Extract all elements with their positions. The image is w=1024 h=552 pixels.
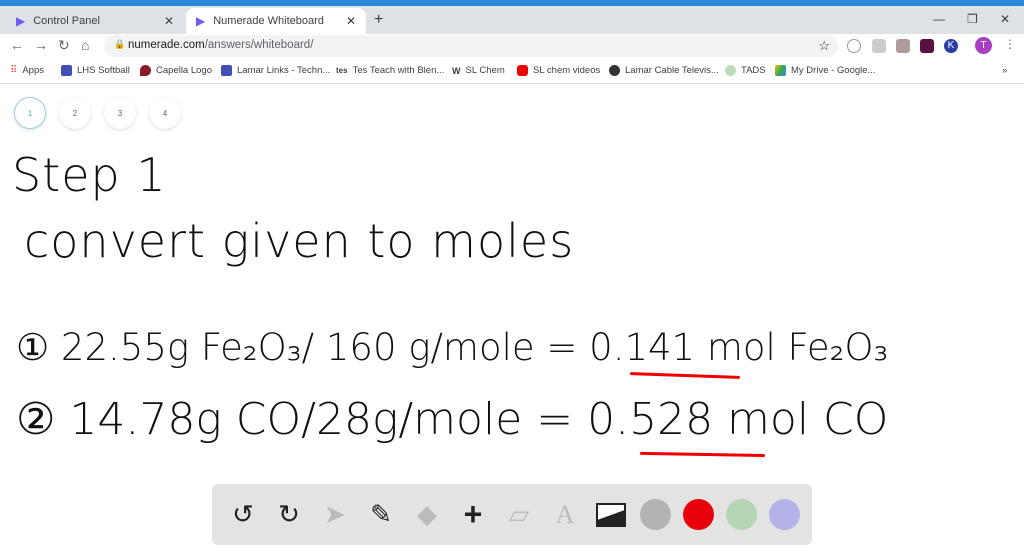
shapes-tool-button[interactable]: ◆ bbox=[410, 498, 444, 532]
bookmark-apps[interactable]: ⠿ Apps bbox=[10, 65, 44, 76]
bookmark-lamar-links[interactable]: Lamar Links - Techn... bbox=[221, 65, 330, 76]
close-window-button[interactable]: ✕ bbox=[1000, 12, 1010, 26]
extension-icon[interactable] bbox=[920, 39, 934, 53]
youtube-icon bbox=[517, 65, 528, 76]
handwriting-step-title: Step 1 bbox=[12, 148, 167, 202]
bookmark-tads[interactable]: TADS bbox=[725, 65, 766, 76]
bookmark-icon: W bbox=[452, 65, 461, 76]
image-tool-button[interactable] bbox=[594, 498, 628, 532]
eraser-tool-button[interactable]: ▱ bbox=[502, 498, 536, 532]
handwriting-equation-2: ② 14.78g CO/28g/mole = 0.528 mol CO bbox=[16, 394, 889, 445]
select-tool-button[interactable]: ➤ bbox=[318, 498, 352, 532]
numerade-logo-icon: ▶ bbox=[16, 14, 26, 28]
bookmark-icon bbox=[725, 65, 736, 76]
handwriting-instruction: convert given to moles bbox=[24, 214, 575, 268]
bookmark-icon bbox=[61, 65, 72, 76]
bookmark-label: TADS bbox=[741, 65, 766, 76]
home-icon[interactable]: ⌂ bbox=[81, 37, 89, 53]
bookmark-label: Lamar Links - Techn... bbox=[237, 65, 331, 76]
back-icon[interactable]: ← bbox=[10, 37, 24, 53]
handwriting-equation-1: ① 22.55g Fe₂O₃/ 160 g/mole = 0.141 mol F… bbox=[16, 326, 889, 369]
apps-grid-icon: ⠿ bbox=[10, 65, 18, 76]
bookmark-label: Lamar Cable Televis... bbox=[625, 65, 719, 76]
page-selector: 1 2 3 4 bbox=[14, 97, 181, 129]
tab-label: Numerade Whiteboard bbox=[213, 15, 324, 27]
k-extension-icon[interactable]: K bbox=[944, 39, 958, 53]
bookmark-lhs-softball[interactable]: LHS Softball bbox=[61, 65, 130, 76]
lock-icon: 🔒 bbox=[114, 39, 126, 49]
undo-button[interactable]: ↺ bbox=[226, 498, 260, 532]
bookmarks-bar: ⠿ Apps LHS Softball Capella Logo Lamar Li… bbox=[0, 58, 1024, 84]
page-2-button[interactable]: 2 bbox=[59, 97, 91, 129]
add-button[interactable]: + bbox=[456, 496, 490, 532]
bookmark-label: Apps bbox=[22, 65, 44, 76]
new-tab-button[interactable]: + bbox=[374, 11, 383, 29]
reload-icon[interactable]: ↻ bbox=[58, 37, 70, 54]
more-bookmarks[interactable]: » bbox=[1002, 65, 1007, 76]
bookmark-icon bbox=[609, 65, 620, 76]
page-3-button[interactable]: 3 bbox=[104, 97, 136, 129]
tab-control-panel[interactable]: ▶ Control Panel ✕ bbox=[6, 8, 184, 34]
page-1-button[interactable]: 1 bbox=[14, 97, 46, 129]
color-swatch-red[interactable] bbox=[683, 499, 714, 530]
navigation-bar: ← → ↻ ⌂ 🔒 numerade.com/answers/whiteboard… bbox=[0, 34, 1024, 58]
extension-icon[interactable] bbox=[847, 39, 861, 53]
color-swatch-green[interactable] bbox=[726, 499, 757, 530]
bookmark-label: LHS Softball bbox=[77, 65, 130, 76]
tab-label: Control Panel bbox=[33, 15, 100, 27]
google-drive-icon bbox=[775, 65, 786, 76]
bookmark-label: Capella Logo bbox=[156, 65, 212, 76]
pdf-extension-icon[interactable] bbox=[896, 39, 910, 53]
whiteboard-toolbar: ↺ ↻ ➤ ✎ ◆ + ▱ A bbox=[212, 484, 812, 545]
bookmark-icon bbox=[140, 65, 151, 76]
bookmark-lamar-cable[interactable]: Lamar Cable Televis... bbox=[609, 65, 719, 76]
color-swatch-purple[interactable] bbox=[769, 499, 800, 530]
bookmark-label: SL Chem bbox=[465, 65, 505, 76]
url-path: /answers/whiteboard/ bbox=[204, 39, 314, 51]
menu-icon[interactable]: ⋮ bbox=[1004, 37, 1016, 51]
page-4-button[interactable]: 4 bbox=[149, 97, 181, 129]
extension-icon[interactable] bbox=[872, 39, 886, 53]
red-underline-1 bbox=[629, 372, 741, 379]
forward-icon[interactable]: → bbox=[34, 37, 48, 53]
bookmark-label: My Drive - Google... bbox=[791, 65, 876, 76]
bookmark-capella-logo[interactable]: Capella Logo bbox=[140, 65, 212, 76]
tes-icon: tes bbox=[336, 66, 348, 75]
red-underline-2 bbox=[639, 451, 766, 458]
bookmark-sl-chem[interactable]: W SL Chem bbox=[452, 65, 505, 76]
close-tab-icon[interactable]: ✕ bbox=[164, 14, 174, 28]
address-bar[interactable]: 🔒 numerade.com/answers/whiteboard/ ☆ bbox=[104, 35, 838, 57]
bookmark-label: SL chem videos bbox=[533, 65, 601, 76]
close-tab-icon[interactable]: ✕ bbox=[346, 14, 356, 28]
profile-avatar[interactable]: T bbox=[975, 37, 992, 54]
numerade-logo-icon: ▶ bbox=[196, 14, 206, 28]
text-tool-button[interactable]: A bbox=[548, 498, 582, 532]
color-swatch-gray[interactable] bbox=[640, 499, 671, 530]
url-host: numerade.com bbox=[128, 39, 205, 51]
bookmark-label: Tes Teach with Blen... bbox=[352, 65, 445, 76]
bookmark-sl-chem-videos[interactable]: SL chem videos bbox=[517, 65, 600, 76]
tab-strip: ▶ Control Panel ✕ ▶ Numerade Whiteboard ✕ + … bbox=[0, 6, 1024, 34]
bookmark-icon bbox=[221, 65, 232, 76]
bookmark-tes-teach[interactable]: tes Tes Teach with Blen... bbox=[336, 65, 444, 76]
minimize-button[interactable]: — bbox=[933, 12, 945, 26]
tab-numerade-whiteboard[interactable]: ▶ Numerade Whiteboard ✕ bbox=[186, 8, 366, 34]
image-icon bbox=[596, 502, 626, 527]
restore-button[interactable]: ❐ bbox=[967, 12, 978, 26]
redo-button[interactable]: ↻ bbox=[272, 498, 306, 532]
pen-tool-button[interactable]: ✎ bbox=[364, 498, 398, 532]
bookmark-my-drive[interactable]: My Drive - Google... bbox=[775, 65, 875, 76]
bookmark-star-icon[interactable]: ☆ bbox=[818, 38, 830, 54]
